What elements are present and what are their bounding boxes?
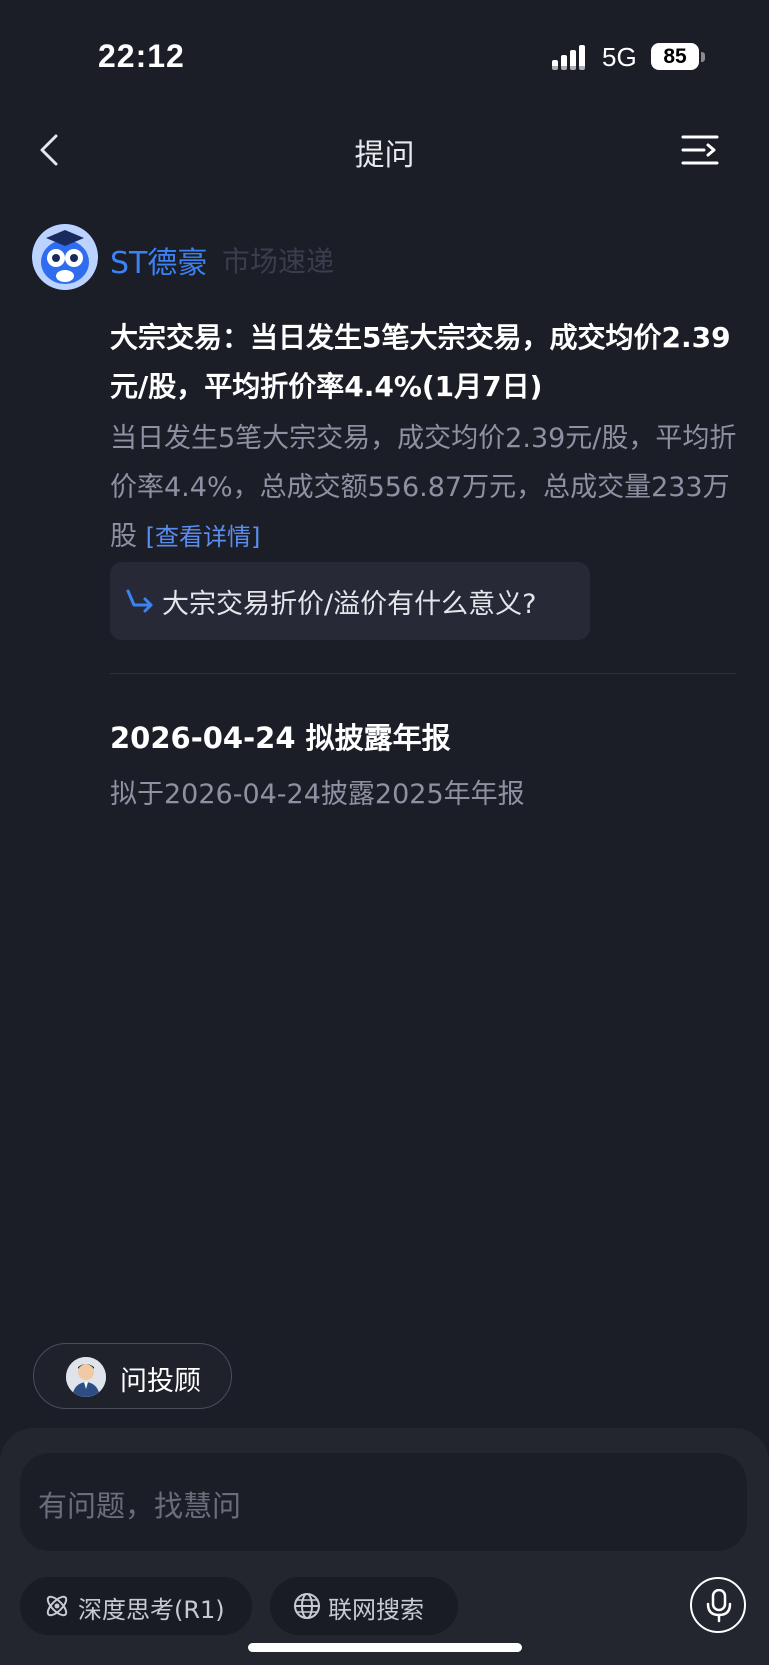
microphone-icon <box>706 1589 732 1623</box>
suggested-question-label: 大宗交易折价/溢价有什么意义? <box>162 589 537 620</box>
ask-advisor-button[interactable]: 问投顾 <box>33 1343 232 1409</box>
event-title: 2026-04-24 拟披露年报 <box>110 721 451 755</box>
news-summary: 当日发生5笔大宗交易，成交均价2.39元/股，平均折价率4.4%，总成交额556… <box>110 414 740 562</box>
ask-advisor-label: 问投顾 <box>120 1366 201 1397</box>
web-search-label: 联网搜索 <box>328 1596 424 1624</box>
status-bar: 22:12 5G 85 <box>0 0 769 110</box>
suggested-question-button[interactable]: 大宗交易折价/溢价有什么意义? <box>110 562 590 640</box>
question-input-placeholder: 有问题，找慧问 <box>38 1489 242 1523</box>
nav-bar: 提问 <box>0 110 769 190</box>
advisor-avatar <box>66 1357 106 1397</box>
person-icon <box>66 1357 106 1397</box>
view-details-link[interactable]: [查看详情] <box>146 523 261 551</box>
web-search-button[interactable]: 联网搜索 <box>270 1577 458 1635</box>
divider <box>110 673 736 674</box>
question-input[interactable]: 有问题，找慧问 <box>20 1453 747 1551</box>
stock-subtitle: 市场速递 <box>222 245 335 278</box>
owl-avatar <box>32 224 98 290</box>
menu-lines-icon[interactable] <box>680 132 720 168</box>
stock-name[interactable]: ST德豪 <box>110 238 207 282</box>
atom-icon <box>46 1595 68 1617</box>
status-time: 22:12 <box>98 38 185 74</box>
composer-panel: 有问题，找慧问 深度思考(R1) 联网搜索 <box>0 1428 769 1665</box>
globe-icon <box>294 1593 320 1619</box>
owl-icon <box>32 224 98 290</box>
home-indicator[interactable] <box>248 1643 522 1652</box>
page-title: 提问 <box>354 138 415 173</box>
event-description: 拟于2026-04-24披露2025年年报 <box>110 779 525 810</box>
signal-icon <box>552 45 592 70</box>
network-type: 5G <box>602 42 637 72</box>
news-headline: 大宗交易：当日发生5笔大宗交易，成交均价2.39元/股，平均折价率4.4%(1月… <box>110 321 731 403</box>
arrow-turn-icon <box>126 589 153 613</box>
deep-think-button[interactable]: 深度思考(R1) <box>20 1577 252 1635</box>
deep-think-label: 深度思考(R1) <box>78 1596 225 1624</box>
battery-icon <box>701 52 705 62</box>
voice-input-button[interactable] <box>690 1577 746 1633</box>
battery-level: 85 <box>651 43 699 70</box>
